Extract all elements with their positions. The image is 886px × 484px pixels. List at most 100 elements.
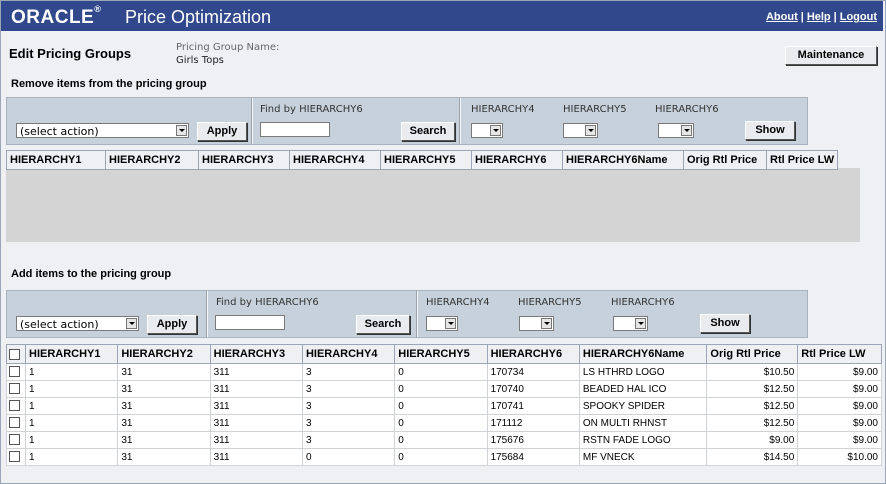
table-cell: 311 bbox=[209, 414, 303, 432]
add-show-button[interactable]: Show bbox=[700, 314, 750, 333]
remove-h4-select[interactable] bbox=[471, 123, 503, 138]
column-header[interactable]: Rtl Price LW bbox=[765, 150, 839, 170]
table-cell: 31 bbox=[117, 397, 211, 415]
table-cell: 0 bbox=[394, 363, 488, 381]
table-cell: 1 bbox=[24, 380, 119, 398]
table-cell: 1 bbox=[24, 448, 119, 466]
column-header[interactable]: HIERARCHY3 bbox=[209, 344, 303, 364]
table-cell: $9.00 bbox=[797, 363, 882, 381]
select-all-cell bbox=[6, 344, 26, 364]
column-header[interactable]: HIERARCHY5 bbox=[394, 344, 488, 364]
column-header[interactable]: HIERARCHY3 bbox=[198, 150, 290, 170]
table-cell: 0 bbox=[394, 448, 488, 466]
column-header[interactable]: HIERARCHY4 bbox=[289, 150, 381, 170]
table-row[interactable]: 1 31 311 3 0 171112 ON MULTI RHNST $12.50 $9.00 bbox=[6, 414, 882, 432]
table-row[interactable]: 1 31 311 0 0 175684 MF VNECK $14.50 $10.00 bbox=[6, 448, 882, 466]
remove-find-label: Find by HIERARCHY6 bbox=[260, 104, 363, 115]
table-row[interactable]: 1 31 311 3 0 170734 LS HTHRD LOGO $10.50 $9.00 bbox=[6, 363, 882, 381]
column-header[interactable]: HIERARCHY6 bbox=[486, 344, 580, 364]
remove-section-heading: Remove items from the pricing group bbox=[11, 78, 207, 90]
row-checkbox-cell bbox=[6, 397, 26, 415]
table-row[interactable]: 1 31 311 3 0 170740 BEADED HAL ICO $12.50 $9.00 bbox=[6, 380, 882, 398]
column-header[interactable]: Rtl Price LW bbox=[797, 344, 882, 364]
table-cell: 311 bbox=[209, 431, 303, 449]
title-row: Edit Pricing Groups Pricing Group Name: … bbox=[1, 32, 883, 72]
row-checkbox[interactable] bbox=[9, 366, 20, 378]
column-header[interactable]: HIERARCHY4 bbox=[301, 344, 396, 364]
column-header[interactable]: HIERARCHY5 bbox=[380, 150, 472, 170]
row-checkbox[interactable] bbox=[9, 400, 20, 412]
row-checkbox-cell bbox=[6, 363, 26, 381]
row-checkbox-cell bbox=[6, 431, 26, 449]
table-cell: 3 bbox=[301, 397, 396, 415]
column-header[interactable]: HIERARCHY2 bbox=[105, 150, 199, 170]
chevron-down-icon bbox=[490, 125, 501, 136]
table-row[interactable]: 1 31 311 3 0 170741 SPOOKY SPIDER $12.50 $9.00 bbox=[6, 397, 882, 415]
add-h6-select[interactable] bbox=[613, 316, 648, 331]
column-header[interactable]: HIERARCHY1 bbox=[6, 150, 106, 170]
toolbar-divider bbox=[459, 98, 461, 144]
add-action-select[interactable]: (select action) bbox=[16, 316, 139, 331]
add-h5-label: HIERARCHY5 bbox=[518, 297, 582, 308]
table-cell: ON MULTI RHNST bbox=[578, 414, 708, 432]
pricing-group-name-value: Girls Tops bbox=[176, 55, 224, 66]
help-link[interactable]: Help bbox=[807, 11, 831, 23]
table-cell: $9.00 bbox=[797, 414, 882, 432]
table-cell: $9.00 bbox=[706, 431, 799, 449]
column-header[interactable]: Orig Rtl Price bbox=[706, 344, 799, 364]
chevron-down-icon bbox=[176, 125, 187, 136]
table-cell: 175684 bbox=[486, 448, 580, 466]
column-header[interactable]: HIERARCHY6Name bbox=[562, 150, 684, 170]
column-header[interactable]: HIERARCHY1 bbox=[24, 344, 119, 364]
table-cell: $9.00 bbox=[797, 431, 882, 449]
table-cell: SPOOKY SPIDER bbox=[578, 397, 708, 415]
remove-apply-button[interactable]: Apply bbox=[197, 122, 247, 141]
top-links: About | Help | Logout bbox=[765, 11, 877, 23]
row-checkbox-cell bbox=[6, 414, 26, 432]
column-header[interactable]: HIERARCHY6 bbox=[471, 150, 563, 170]
remove-find-input[interactable] bbox=[260, 122, 330, 137]
row-checkbox[interactable] bbox=[9, 417, 20, 429]
table-cell: $10.00 bbox=[797, 448, 882, 466]
remove-h6-select[interactable] bbox=[658, 123, 694, 138]
table-row[interactable]: 1 31 311 3 0 175676 RSTN FADE LOGO $9.00 $9.00 bbox=[6, 431, 882, 449]
column-header[interactable]: HIERARCHY6Name bbox=[578, 344, 708, 364]
remove-h5-label: HIERARCHY5 bbox=[563, 104, 627, 115]
remove-h6-label: HIERARCHY6 bbox=[655, 104, 719, 115]
row-checkbox[interactable] bbox=[9, 451, 20, 463]
add-h4-select[interactable] bbox=[426, 316, 458, 331]
about-link[interactable]: About bbox=[766, 11, 798, 23]
add-apply-button[interactable]: Apply bbox=[147, 315, 197, 334]
row-checkbox-cell bbox=[6, 380, 26, 398]
remove-search-button[interactable]: Search bbox=[401, 122, 455, 141]
add-h4-label: HIERARCHY4 bbox=[426, 297, 490, 308]
column-header[interactable]: Orig Rtl Price bbox=[683, 150, 767, 170]
table-cell: 170740 bbox=[486, 380, 580, 398]
remove-show-button[interactable]: Show bbox=[745, 121, 795, 140]
maintenance-button[interactable]: Maintenance bbox=[785, 46, 877, 65]
header-bar: ORACLE® Price Optimization About | Help | Lo… bbox=[1, 1, 883, 31]
add-find-input[interactable] bbox=[215, 315, 285, 330]
table-cell: 31 bbox=[117, 414, 211, 432]
toolbar-divider bbox=[416, 291, 418, 337]
remove-h5-select[interactable] bbox=[563, 123, 598, 138]
add-search-button[interactable]: Search bbox=[356, 315, 410, 334]
remove-grid-empty-area bbox=[6, 168, 860, 242]
table-cell: 3 bbox=[301, 380, 396, 398]
add-h5-select[interactable] bbox=[519, 316, 554, 331]
table-header-row: HIERARCHY1 HIERARCHY2 HIERARCHY3 HIERARC… bbox=[6, 150, 839, 170]
logout-link[interactable]: Logout bbox=[840, 11, 877, 23]
column-header[interactable]: HIERARCHY2 bbox=[117, 344, 211, 364]
table-cell: 3 bbox=[301, 363, 396, 381]
remove-items-table: HIERARCHY1 HIERARCHY2 HIERARCHY3 HIERARC… bbox=[6, 150, 839, 170]
toolbar-divider bbox=[251, 98, 253, 144]
table-cell: 31 bbox=[117, 448, 211, 466]
chevron-down-icon bbox=[635, 318, 646, 329]
row-checkbox[interactable] bbox=[9, 383, 20, 395]
table-cell: 311 bbox=[209, 397, 303, 415]
row-checkbox[interactable] bbox=[9, 434, 20, 446]
remove-action-select[interactable]: (select action) bbox=[16, 123, 189, 138]
table-cell: 31 bbox=[117, 363, 211, 381]
select-all-checkbox[interactable] bbox=[9, 348, 20, 360]
table-cell: RSTN FADE LOGO bbox=[578, 431, 708, 449]
